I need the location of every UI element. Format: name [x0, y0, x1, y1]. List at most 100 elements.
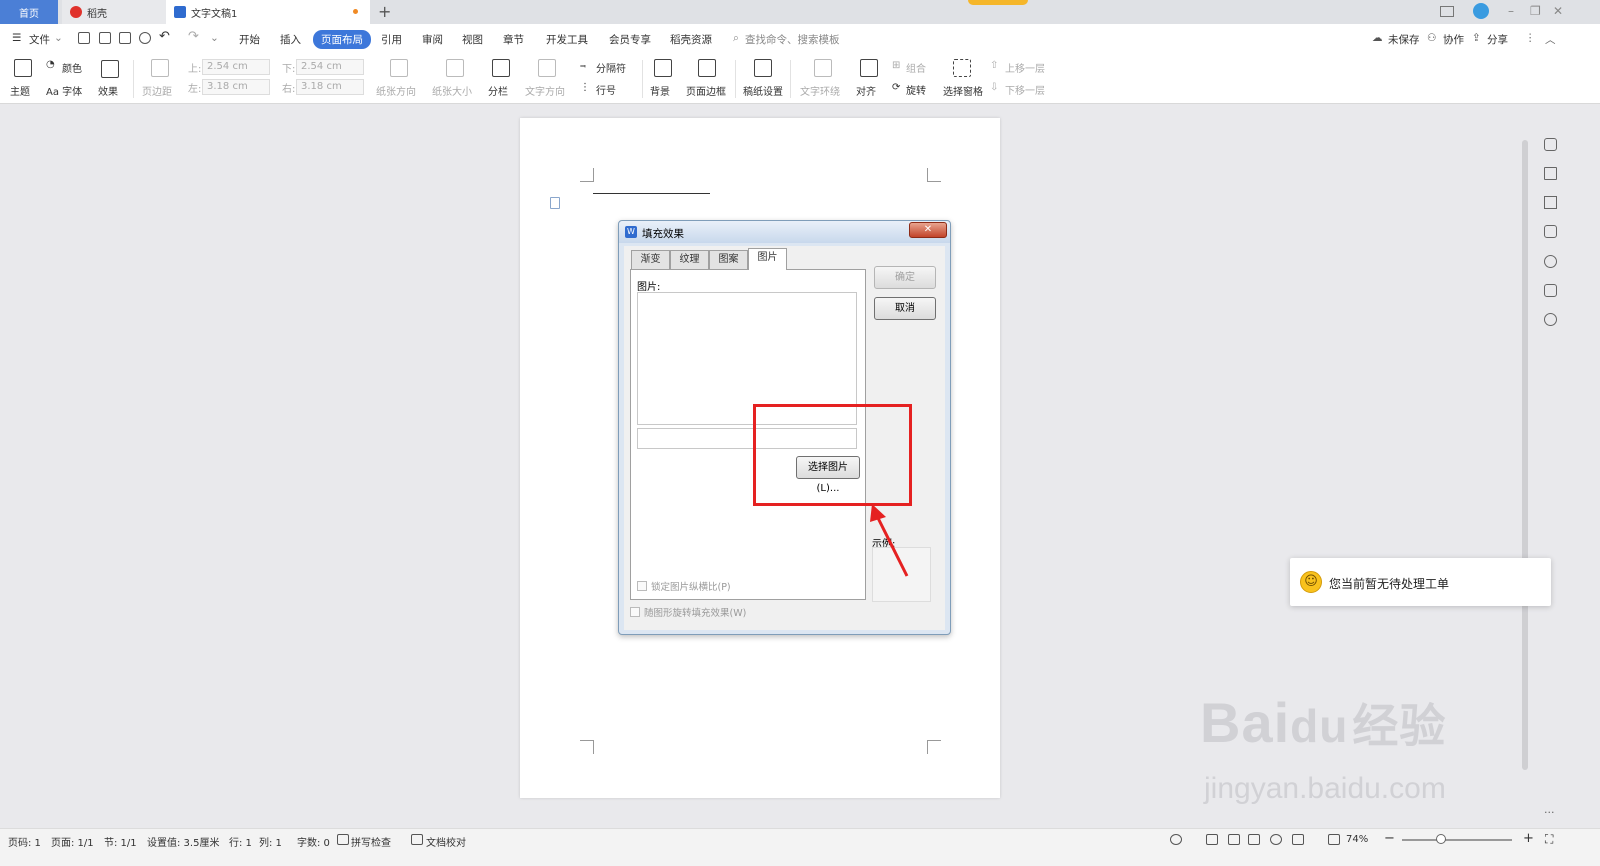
pen-icon[interactable] — [1544, 167, 1557, 180]
tab-document[interactable]: 文字文稿1 — [166, 0, 370, 24]
export-pdf-icon[interactable] — [99, 32, 111, 44]
status-word-count[interactable]: 字数: 0 — [297, 834, 330, 849]
restore-button[interactable]: ❐ — [1530, 4, 1541, 18]
orientation-button[interactable]: 纸张方向 — [376, 83, 416, 98]
collapse-ribbon-icon[interactable]: ︿ — [1545, 32, 1556, 47]
help-icon[interactable] — [1544, 255, 1557, 268]
rocket-icon[interactable] — [1544, 138, 1557, 151]
separator-button[interactable]: 分隔符 — [596, 60, 626, 75]
menu-item-insert[interactable]: 插入 — [280, 32, 301, 47]
align-button[interactable]: 对齐 — [856, 83, 876, 98]
status-page[interactable]: 页码: 1 — [8, 834, 41, 849]
text-wrap-button[interactable]: 文字环绕 — [800, 83, 840, 98]
background-button[interactable]: 背景 — [650, 83, 670, 98]
cancel-button[interactable]: 取消 — [874, 297, 936, 320]
spell-check-button[interactable]: 拼写检查 — [351, 834, 391, 849]
reading-view-icon[interactable] — [1248, 834, 1260, 845]
print-icon[interactable] — [119, 32, 131, 44]
promo-badge[interactable] — [968, 0, 1028, 5]
menu-item-start[interactable]: 开始 — [239, 32, 260, 47]
undo-icon[interactable]: ↶ — [159, 29, 170, 44]
minimize-button[interactable]: – — [1508, 4, 1514, 18]
zoom-out-icon[interactable]: − — [1384, 831, 1395, 846]
menu-item-page-layout[interactable]: 页面布局 — [313, 30, 371, 49]
zoom-slider-track[interactable] — [1402, 839, 1512, 841]
paper-size-button[interactable]: 纸张大小 — [432, 83, 472, 98]
dialog-title-bar[interactable]: W 填充效果 ✕ — [619, 221, 950, 243]
paragraph-options-icon[interactable] — [550, 197, 560, 209]
location-icon[interactable] — [1544, 313, 1557, 326]
menu-item-developer[interactable]: 开发工具 — [546, 32, 588, 47]
web-view-icon[interactable] — [1270, 834, 1282, 845]
eye-protection-icon[interactable] — [1170, 834, 1182, 845]
ticket-notification[interactable]: ☺ 您当前暂无待处理工单 — [1290, 558, 1551, 606]
user-avatar[interactable] — [1473, 3, 1489, 19]
lock-aspect-checkbox[interactable]: 锁定图片纵横比(P) — [637, 579, 731, 593]
status-pages[interactable]: 页面: 1/1 — [51, 834, 94, 849]
margins-button[interactable]: 页边距 — [142, 83, 172, 98]
redo-icon[interactable]: ↷ — [188, 29, 199, 44]
scrollbar-thumb[interactable] — [1522, 140, 1528, 770]
ok-button[interactable]: 确定 — [874, 266, 936, 289]
status-row[interactable]: 行: 1 — [229, 834, 252, 849]
status-setting[interactable]: 设置值: 3.5厘米 — [147, 834, 219, 849]
paper-setup-button[interactable]: 稿纸设置 — [743, 83, 783, 98]
print-preview-icon[interactable] — [139, 32, 151, 44]
fullscreen-icon[interactable]: ⛶ — [1545, 832, 1553, 847]
menu-item-review[interactable]: 审阅 — [422, 32, 443, 47]
tab-texture[interactable]: 纹理 — [670, 250, 709, 269]
text-direction-button[interactable]: 文字方向 — [525, 83, 565, 98]
dialog-close-button[interactable]: ✕ — [909, 222, 947, 238]
layout-icon[interactable] — [1440, 6, 1454, 17]
bring-forward-button[interactable]: 上移一层 — [1005, 60, 1045, 75]
vertical-scrollbar[interactable] — [1520, 110, 1530, 820]
more-dots-icon[interactable]: ··· — [1544, 806, 1557, 819]
close-window-button[interactable]: ✕ — [1553, 4, 1563, 18]
menu-item-daoke-resources[interactable]: 稻壳资源 — [670, 32, 712, 47]
margin-left-input[interactable]: 3.18 cm — [202, 79, 270, 95]
fit-page-icon[interactable] — [1328, 834, 1340, 845]
new-tab-button[interactable]: + — [378, 2, 391, 21]
menu-item-view[interactable]: 视图 — [462, 32, 483, 47]
zoom-slider-knob[interactable] — [1436, 834, 1446, 844]
hamburger-icon[interactable]: ☰ — [12, 32, 21, 44]
line-number-button[interactable]: 行号 — [596, 82, 616, 97]
proofread-button[interactable]: 文档校对 — [426, 834, 466, 849]
theme-button[interactable]: 主题 — [10, 83, 30, 98]
tab-home[interactable]: 首页 — [0, 0, 58, 24]
unsaved-button[interactable]: 未保存 — [1388, 32, 1420, 47]
color-button[interactable]: 颜色 — [62, 60, 82, 75]
more-icon[interactable]: ⋮ — [1525, 32, 1536, 44]
file-chevron-down-icon[interactable]: ⌄ — [54, 32, 63, 44]
margin-bottom-input[interactable]: 2.54 cm — [296, 59, 364, 75]
settings-sliders-icon[interactable] — [1544, 225, 1557, 238]
tab-gradient[interactable]: 渐变 — [631, 250, 670, 269]
zoom-level[interactable]: 74% — [1346, 834, 1368, 845]
columns-button[interactable]: 分栏 — [488, 83, 508, 98]
zoom-in-icon[interactable]: + — [1523, 831, 1534, 846]
cursor-icon[interactable] — [1544, 196, 1557, 209]
tab-daoke[interactable]: 稻壳 — [62, 0, 166, 24]
menu-item-member[interactable]: 会员专享 — [609, 32, 651, 47]
group-button[interactable]: 组合 — [906, 60, 926, 75]
tab-pattern[interactable]: 图案 — [709, 250, 748, 269]
margin-right-input[interactable]: 3.18 cm — [296, 79, 364, 95]
write-mode-icon[interactable] — [1292, 834, 1304, 845]
tab-picture[interactable]: 图片 — [748, 248, 787, 270]
page-view-icon[interactable] — [1206, 834, 1218, 845]
collaborate-button[interactable]: 协作 — [1443, 32, 1464, 47]
selection-pane-button[interactable]: 选择窗格 — [943, 83, 983, 98]
outline-view-icon[interactable] — [1228, 834, 1240, 845]
effect-button[interactable]: 效果 — [98, 83, 118, 98]
menu-item-chapter[interactable]: 章节 — [503, 32, 524, 47]
share-button[interactable]: 分享 — [1487, 32, 1508, 47]
menu-item-references[interactable]: 引用 — [381, 32, 402, 47]
page-border-button[interactable]: 页面边框 — [686, 83, 726, 98]
font-button[interactable]: Aa 字体 — [46, 83, 82, 98]
command-search-input[interactable]: 查找命令、搜索模板 — [745, 32, 840, 47]
status-col[interactable]: 列: 1 — [259, 834, 282, 849]
rotate-button[interactable]: 旋转 — [906, 82, 926, 97]
save-icon[interactable] — [78, 32, 90, 44]
menu-file[interactable]: 文件 — [29, 32, 50, 47]
margin-top-input[interactable]: 2.54 cm — [202, 59, 270, 75]
